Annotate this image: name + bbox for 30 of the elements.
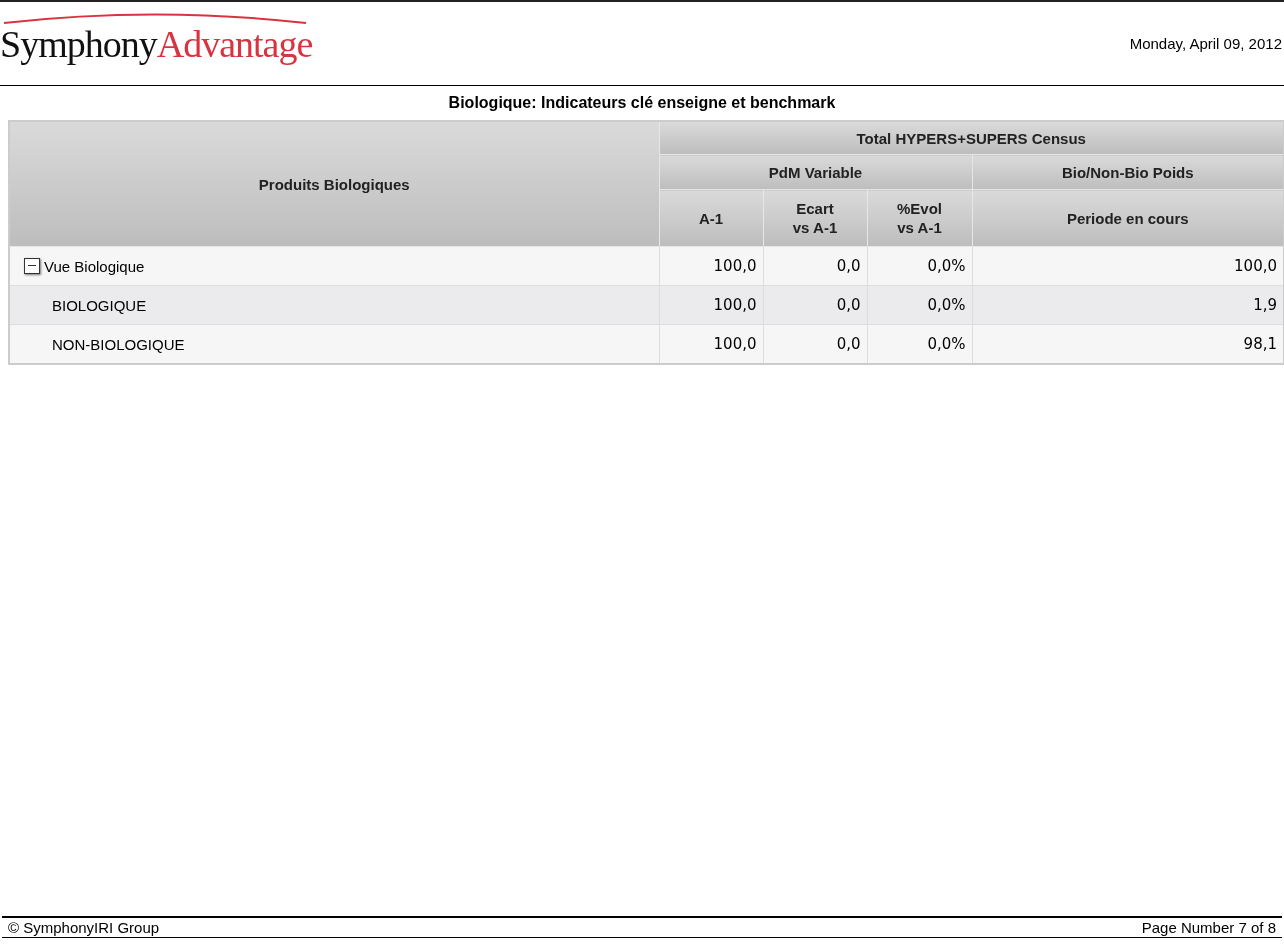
table-cell: 100,0: [659, 285, 763, 325]
logo-text: Advantage: [156, 23, 313, 65]
table-cell: 0,0: [763, 246, 867, 286]
table-cell: 100,0: [659, 246, 763, 286]
table-cell: 0,0: [763, 285, 867, 325]
column-header: A-1: [659, 189, 763, 247]
column-header: Produits Biologiques: [9, 121, 659, 247]
collapse-toggle[interactable]: [24, 258, 40, 274]
copyright-text: © SymphonyIRI Group: [8, 919, 160, 936]
report-title: Biologique: Indicateurs clé enseigne et benchmark: [447, 94, 837, 112]
column-header: PdM Variable: [659, 154, 972, 190]
row-label: NON-BIOLOGIQUE: [52, 335, 185, 353]
table-cell: 0,0%: [867, 246, 972, 286]
table-cell: 100,0: [659, 324, 763, 364]
table-cell: 0,0%: [867, 324, 972, 364]
table-cell: 1,9: [972, 285, 1284, 325]
row-label: Vue Biologique: [44, 257, 145, 275]
page-number: Page Number 7 of 8: [1141, 919, 1276, 936]
column-header: Bio/Non-Bio Poids: [972, 154, 1284, 190]
table-cell: 100,0: [972, 246, 1284, 286]
table-cell: 0,0%: [867, 285, 972, 325]
table-cell: 0,0: [763, 324, 867, 364]
column-header: Periode en cours: [972, 189, 1284, 247]
logo-text: Symphony: [0, 23, 157, 65]
column-header: Ecart vs A-1: [763, 189, 867, 247]
column-header: %Evol vs A-1: [867, 189, 972, 247]
column-header: Total HYPERS+SUPERS Census: [659, 121, 1284, 155]
table-cell: 98,1: [972, 324, 1284, 364]
row-label: BIOLOGIQUE: [52, 296, 147, 314]
report-date: Monday, April 09, 2012: [1129, 35, 1282, 52]
